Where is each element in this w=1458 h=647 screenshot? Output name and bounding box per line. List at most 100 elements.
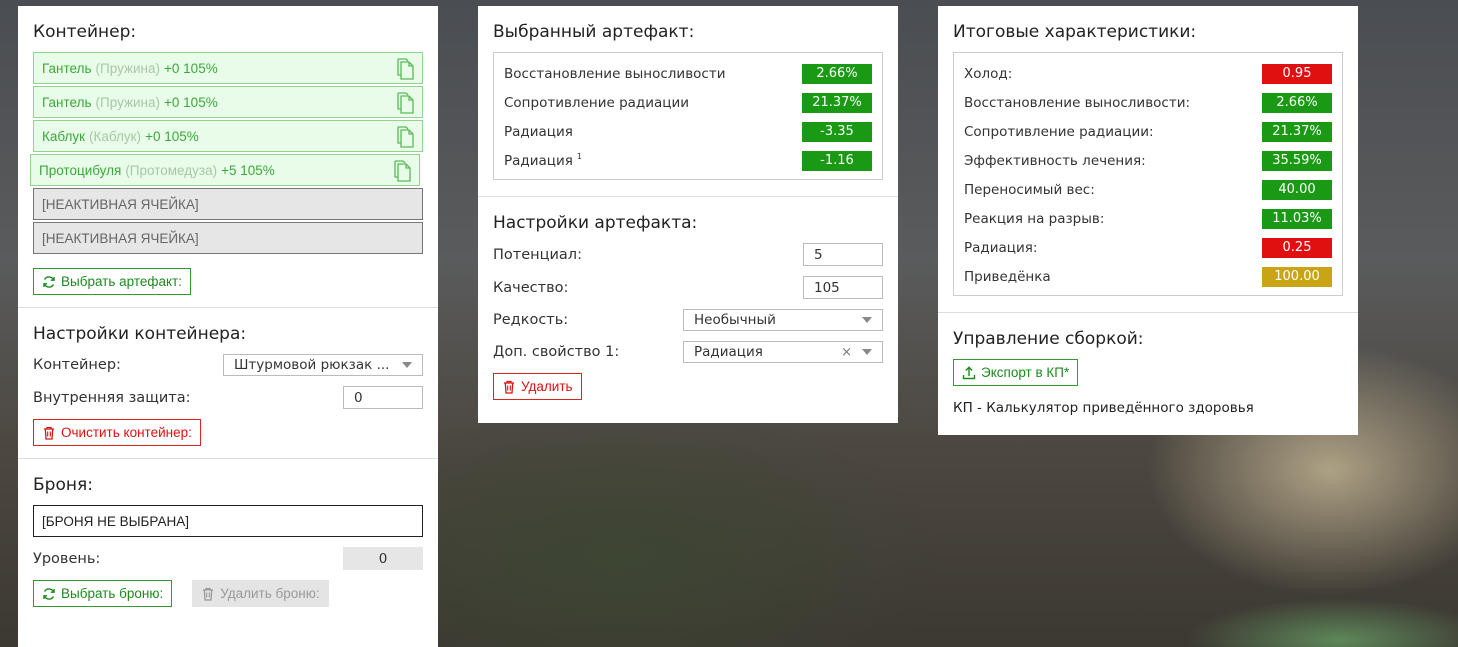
stat-value: 100.00 <box>1262 266 1332 287</box>
copy-icon[interactable] <box>396 58 414 80</box>
delete-artifact-button[interactable]: Удалить <box>493 373 582 400</box>
armor-title: Броня: <box>33 475 93 495</box>
stat-value: -3.35 <box>802 121 872 142</box>
stat-value: 21.37% <box>802 92 872 113</box>
protection-input[interactable]: 0 <box>343 386 423 409</box>
stat-row: Восстановление выносливости: 2.66% <box>964 88 1332 117</box>
container-label: Контейнер: <box>33 357 121 373</box>
slot-stats: +0 105% <box>164 60 218 76</box>
slot-origin: (Каблук) <box>89 128 142 144</box>
inactive-slot: [НЕАКТИВНАЯ ЯЧЕЙКА] <box>33 188 423 220</box>
delete-artifact-label: Удалить <box>521 379 573 394</box>
stat-label-wrap: Радиация 1 <box>504 152 582 169</box>
stat-value: 0.95 <box>1262 63 1332 84</box>
trash-icon <box>504 380 514 394</box>
extra-property-label: Доп. свойство 1: <box>493 344 620 360</box>
choose-artifact-label: Выбрать артефакт: <box>61 274 182 289</box>
stat-row: Радиация -3.35 <box>504 117 872 146</box>
stat-value: 21.37% <box>1262 121 1332 142</box>
slot-name: Гантель <box>42 94 92 110</box>
rarity-select-value: Необычный <box>694 312 776 328</box>
slot-origin: (Протомедуза) <box>125 162 218 178</box>
clear-container-button[interactable]: Очистить контейнер: <box>33 419 201 446</box>
selected-artifact-section: Выбранный артефакт: Восстановление вынос… <box>478 6 898 196</box>
build-management-section: Управление сборкой: Экспорт в КП* КП - К… <box>938 312 1358 428</box>
totals-title: Итоговые характеристики: <box>953 22 1197 42</box>
slot-origin: (Пружина) <box>95 60 161 76</box>
clear-container-label: Очистить контейнер: <box>61 425 192 440</box>
quality-label: Качество: <box>493 279 569 296</box>
choose-artifact-button[interactable]: Выбрать артефакт: <box>33 268 191 295</box>
stat-label: Холод: <box>964 65 1013 82</box>
stat-label: Восстановление выносливости: <box>964 94 1191 111</box>
slot-stats: +0 105% <box>145 128 199 144</box>
container-title: Контейнер: <box>33 22 137 42</box>
right-panel: Итоговые характеристики: Холод: 0.95 Восст… <box>938 6 1358 435</box>
stat-value: 40.00 <box>1262 179 1332 200</box>
stat-label: Радиация: <box>964 239 1038 256</box>
delete-armor-label: Удалить броню: <box>220 586 320 601</box>
copy-icon[interactable] <box>396 126 414 148</box>
upload-icon <box>962 365 976 379</box>
trash-icon <box>44 426 54 440</box>
inactive-slot: [НЕАКТИВНАЯ ЯЧЕЙКА] <box>33 222 423 254</box>
container-settings-section: Настройки контейнера: Контейнер: Штурмов… <box>18 307 438 458</box>
stat-row: Реакция на разрыв: 11.03% <box>964 204 1332 233</box>
armor-level-input: 0 <box>343 547 423 570</box>
artifact-slot[interactable]: Протоцибуля (Протомедуза) +5 105% <box>30 154 420 186</box>
export-note: КП - Калькулятор приведённого здоровья <box>953 400 1254 416</box>
stat-label: Сопротивление радиации: <box>964 123 1154 140</box>
chevron-down-icon <box>862 317 872 323</box>
totals-stats-table: Холод: 0.95 Восстановление выносливости: 2.… <box>953 52 1343 296</box>
stat-row: Радиация: 0.25 <box>964 233 1332 262</box>
artifact-slot[interactable]: Гантель (Пружина) +0 105% <box>33 52 423 84</box>
copy-icon[interactable] <box>393 160 411 182</box>
stat-row: Эффективность лечения: 35.59% <box>964 146 1332 175</box>
protection-label: Внутренняя защита: <box>33 389 191 406</box>
extra-property-select[interactable]: Радиация × <box>683 341 883 363</box>
slot-stats: +0 105% <box>164 94 218 110</box>
rarity-label: Редкость: <box>493 312 569 328</box>
export-label: Экспорт в КП* <box>981 365 1070 380</box>
chevron-down-icon <box>402 362 412 368</box>
container-section: Контейнер: Гантель (Пружина) +0 105% Ган… <box>18 6 438 307</box>
stat-row: Сопротивление радиации 21.37% <box>504 88 872 117</box>
trash-icon <box>203 587 214 601</box>
stat-value: 0.25 <box>1262 237 1332 258</box>
inactive-slot-label: [НЕАКТИВНАЯ ЯЧЕЙКА] <box>42 196 199 212</box>
refresh-icon <box>43 587 55 600</box>
stat-value: 2.66% <box>1262 92 1332 113</box>
stat-label: Реакция на разрыв: <box>964 210 1105 227</box>
copy-icon[interactable] <box>396 92 414 114</box>
stat-label: Переносимый вес: <box>964 181 1095 198</box>
artifact-slot[interactable]: Каблук (Каблук) +0 105% <box>33 120 423 152</box>
slot-name: Каблук <box>42 128 86 144</box>
slot-name: Протоцибуля <box>39 162 122 178</box>
quality-input[interactable]: 105 <box>803 276 883 299</box>
container-select[interactable]: Штурмовой рюкзак ... <box>223 354 423 376</box>
slot-name: Гантель <box>42 60 92 76</box>
potential-input[interactable]: 5 <box>803 243 883 266</box>
artifact-settings-section: Настройки артефакта: Потенциал: 5 Качест… <box>478 196 898 412</box>
stat-label: Эффективность лечения: <box>964 152 1146 169</box>
stat-value: 11.03% <box>1262 208 1332 229</box>
clear-icon[interactable]: × <box>841 345 852 360</box>
container-select-value: Штурмовой рюкзак ... <box>234 357 390 373</box>
stat-value: 35.59% <box>1262 150 1332 171</box>
choose-armor-button[interactable]: Выбрать броню: <box>33 580 173 607</box>
stat-label: Сопротивление радиации <box>504 94 690 111</box>
stat-value: -1.16 <box>802 150 872 171</box>
rarity-select[interactable]: Необычный <box>683 309 883 331</box>
export-button[interactable]: Экспорт в КП* <box>953 359 1079 386</box>
stat-label: Радиация <box>504 153 573 169</box>
delete-armor-button: Удалить броню: <box>192 580 329 607</box>
stat-label: Приведёнка <box>964 268 1051 285</box>
artifact-slot[interactable]: Гантель (Пружина) +0 105% <box>33 86 423 118</box>
armor-level-label: Уровень: <box>33 550 101 567</box>
selected-artifact-title: Выбранный артефакт: <box>493 22 695 42</box>
armor-field[interactable]: [БРОНЯ НЕ ВЫБРАНА] <box>33 505 423 537</box>
container-settings-title: Настройки контейнера: <box>33 324 247 344</box>
artifact-settings-title: Настройки артефакта: <box>493 213 698 233</box>
chevron-down-icon <box>862 349 872 355</box>
artifact-stats-table: Восстановление выносливости 2.66% Сопрот… <box>493 52 883 180</box>
